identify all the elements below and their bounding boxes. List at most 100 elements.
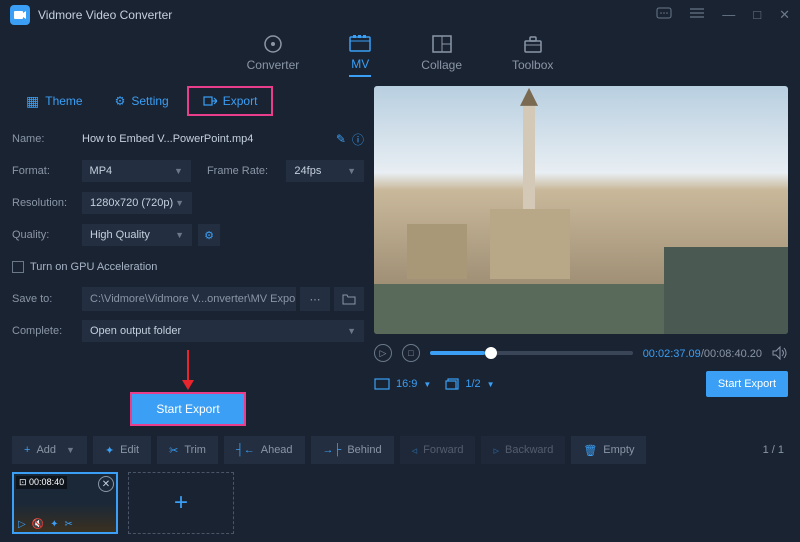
forward-button[interactable]: ◃Forward bbox=[400, 436, 476, 464]
subtab-export[interactable]: Export bbox=[187, 86, 274, 116]
clip-thumbnail[interactable]: ⊡ 00:08:40 ✕ ▷ 🔇 ✦ ✂ bbox=[12, 472, 118, 534]
edit-label: Edit bbox=[120, 444, 139, 456]
behind-button[interactable]: →├ Behind bbox=[311, 436, 394, 464]
subtab-export-label: Export bbox=[223, 94, 258, 108]
add-button[interactable]: +Add▼ bbox=[12, 436, 87, 464]
volume-icon[interactable] bbox=[772, 346, 788, 360]
empty-button[interactable]: 🗑 Empty bbox=[571, 436, 646, 464]
mv-icon bbox=[349, 33, 371, 53]
page-value: 1/2 bbox=[465, 378, 480, 390]
trim-button[interactable]: ✂Trim bbox=[157, 436, 218, 464]
trash-icon: 🗑 bbox=[583, 444, 597, 457]
toolbox-icon bbox=[523, 34, 543, 54]
complete-label: Complete: bbox=[12, 325, 82, 337]
resolution-label: Resolution: bbox=[12, 197, 82, 209]
thumb-edit-icon[interactable]: ✦ bbox=[50, 519, 58, 530]
behind-icon: →├ bbox=[323, 444, 342, 456]
backward-label: Backward bbox=[505, 444, 553, 456]
saveto-label: Save to: bbox=[12, 293, 82, 305]
plus-icon: + bbox=[24, 444, 30, 456]
app-title: Vidmore Video Converter bbox=[38, 8, 656, 22]
nav-toolbox-label: Toolbox bbox=[512, 58, 553, 72]
backward-button[interactable]: ▹ Backward bbox=[481, 436, 565, 464]
remove-clip-icon[interactable]: ✕ bbox=[98, 476, 114, 492]
menu-icon[interactable] bbox=[690, 7, 704, 23]
empty-label: Empty bbox=[603, 444, 634, 456]
video-preview[interactable] bbox=[374, 86, 788, 334]
close-button[interactable]: ✕ bbox=[779, 7, 790, 23]
framerate-dropdown[interactable]: 24fps ▼ bbox=[286, 160, 364, 182]
add-clip-button[interactable]: + bbox=[128, 472, 234, 534]
gpu-checkbox-row[interactable]: Turn on GPU Acceleration bbox=[12, 254, 364, 280]
aspect-value: 16:9 bbox=[396, 378, 417, 390]
stop-button[interactable]: □ bbox=[402, 344, 420, 362]
time-total: /00:08:40.20 bbox=[701, 348, 762, 360]
edit-button[interactable]: ✦Edit bbox=[93, 436, 151, 464]
maximize-button[interactable]: □ bbox=[753, 7, 761, 23]
edit-name-icon[interactable]: ✎ bbox=[336, 132, 346, 146]
minimize-button[interactable]: — bbox=[722, 7, 735, 23]
thumb-trim-icon[interactable]: ✂ bbox=[65, 519, 73, 530]
backward-icon: ▹ bbox=[493, 444, 499, 457]
app-logo-icon bbox=[10, 5, 30, 25]
page-dropdown[interactable]: 1/2 ▼ bbox=[445, 378, 494, 390]
bottom-toolbar: +Add▼ ✦Edit ✂Trim ┤← Ahead →├ Behind ◃Forw… bbox=[0, 426, 800, 464]
ahead-label: Ahead bbox=[261, 444, 293, 456]
scissors-icon: ✂ bbox=[169, 444, 178, 457]
preview-panel: ▷ □ 00:02:37.09/00:08:40.20 16:9 ▼ 1/2 ▼… bbox=[374, 86, 788, 426]
quality-label: Quality: bbox=[12, 229, 82, 241]
complete-value: Open output folder bbox=[90, 325, 181, 337]
quality-settings-icon[interactable]: ⚙ bbox=[198, 224, 220, 246]
page-indicator: 1 / 1 bbox=[763, 444, 788, 456]
titlebar: Vidmore Video Converter — □ ✕ bbox=[0, 0, 800, 30]
ahead-icon: ┤← bbox=[236, 444, 255, 456]
ahead-button[interactable]: ┤← Ahead bbox=[224, 436, 305, 464]
play-button[interactable]: ▷ bbox=[374, 344, 392, 362]
nav-mv-label: MV bbox=[351, 57, 369, 71]
subtab-setting-label: Setting bbox=[131, 94, 168, 108]
top-nav: Converter MV Collage Toolbox bbox=[0, 30, 800, 80]
start-export-button[interactable]: Start Export bbox=[130, 392, 245, 426]
format-value: MP4 bbox=[90, 165, 113, 177]
chevron-down-icon: ▼ bbox=[66, 445, 75, 455]
setting-icon: ⚙ bbox=[115, 94, 126, 108]
browse-path-button[interactable]: ⋯ bbox=[300, 287, 330, 311]
complete-dropdown[interactable]: Open output folder ▼ bbox=[82, 320, 364, 342]
start-export-small-button[interactable]: Start Export bbox=[706, 371, 788, 397]
aspect-icon bbox=[374, 378, 390, 390]
export-icon bbox=[203, 95, 217, 107]
nav-collage[interactable]: Collage bbox=[421, 34, 462, 76]
nav-mv[interactable]: MV bbox=[349, 33, 371, 77]
seek-bar[interactable] bbox=[430, 351, 633, 355]
open-folder-icon[interactable] bbox=[334, 287, 364, 311]
chevron-down-icon: ▼ bbox=[487, 380, 495, 389]
nav-toolbox[interactable]: Toolbox bbox=[512, 34, 553, 76]
format-dropdown[interactable]: MP4 ▼ bbox=[82, 160, 191, 182]
annotation-arrow-icon bbox=[178, 350, 198, 390]
feedback-icon[interactable] bbox=[656, 7, 672, 23]
resolution-value: 1280x720 (720p) bbox=[90, 197, 173, 209]
quality-dropdown[interactable]: High Quality ▼ bbox=[82, 224, 192, 246]
name-label: Name: bbox=[12, 133, 82, 145]
chevron-down-icon: ▼ bbox=[423, 380, 431, 389]
behind-label: Behind bbox=[347, 444, 381, 456]
chevron-down-icon: ▼ bbox=[347, 326, 356, 336]
framerate-value: 24fps bbox=[294, 165, 321, 177]
nav-collage-label: Collage bbox=[421, 58, 462, 72]
nav-converter[interactable]: Converter bbox=[247, 34, 300, 76]
info-icon[interactable]: ⓘ bbox=[352, 131, 364, 148]
subtab-theme[interactable]: ▦ Theme bbox=[12, 86, 97, 116]
quality-value: High Quality bbox=[90, 229, 150, 241]
thumb-mute-icon[interactable]: 🔇 bbox=[32, 519, 44, 530]
subtab-setting[interactable]: ⚙ Setting bbox=[101, 86, 183, 116]
name-value: How to Embed V...PowerPoint.mp4 bbox=[82, 133, 330, 145]
page-icon bbox=[445, 378, 459, 390]
forward-icon: ◃ bbox=[412, 444, 418, 457]
gpu-checkbox[interactable] bbox=[12, 261, 24, 273]
chevron-down-icon: ▼ bbox=[175, 198, 184, 208]
thumb-play-icon[interactable]: ▷ bbox=[18, 519, 26, 530]
resolution-dropdown[interactable]: 1280x720 (720p) ▼ bbox=[82, 192, 192, 214]
chevron-down-icon: ▼ bbox=[175, 230, 184, 240]
chevron-down-icon: ▼ bbox=[174, 166, 183, 176]
aspect-ratio-dropdown[interactable]: 16:9 ▼ bbox=[374, 378, 431, 390]
